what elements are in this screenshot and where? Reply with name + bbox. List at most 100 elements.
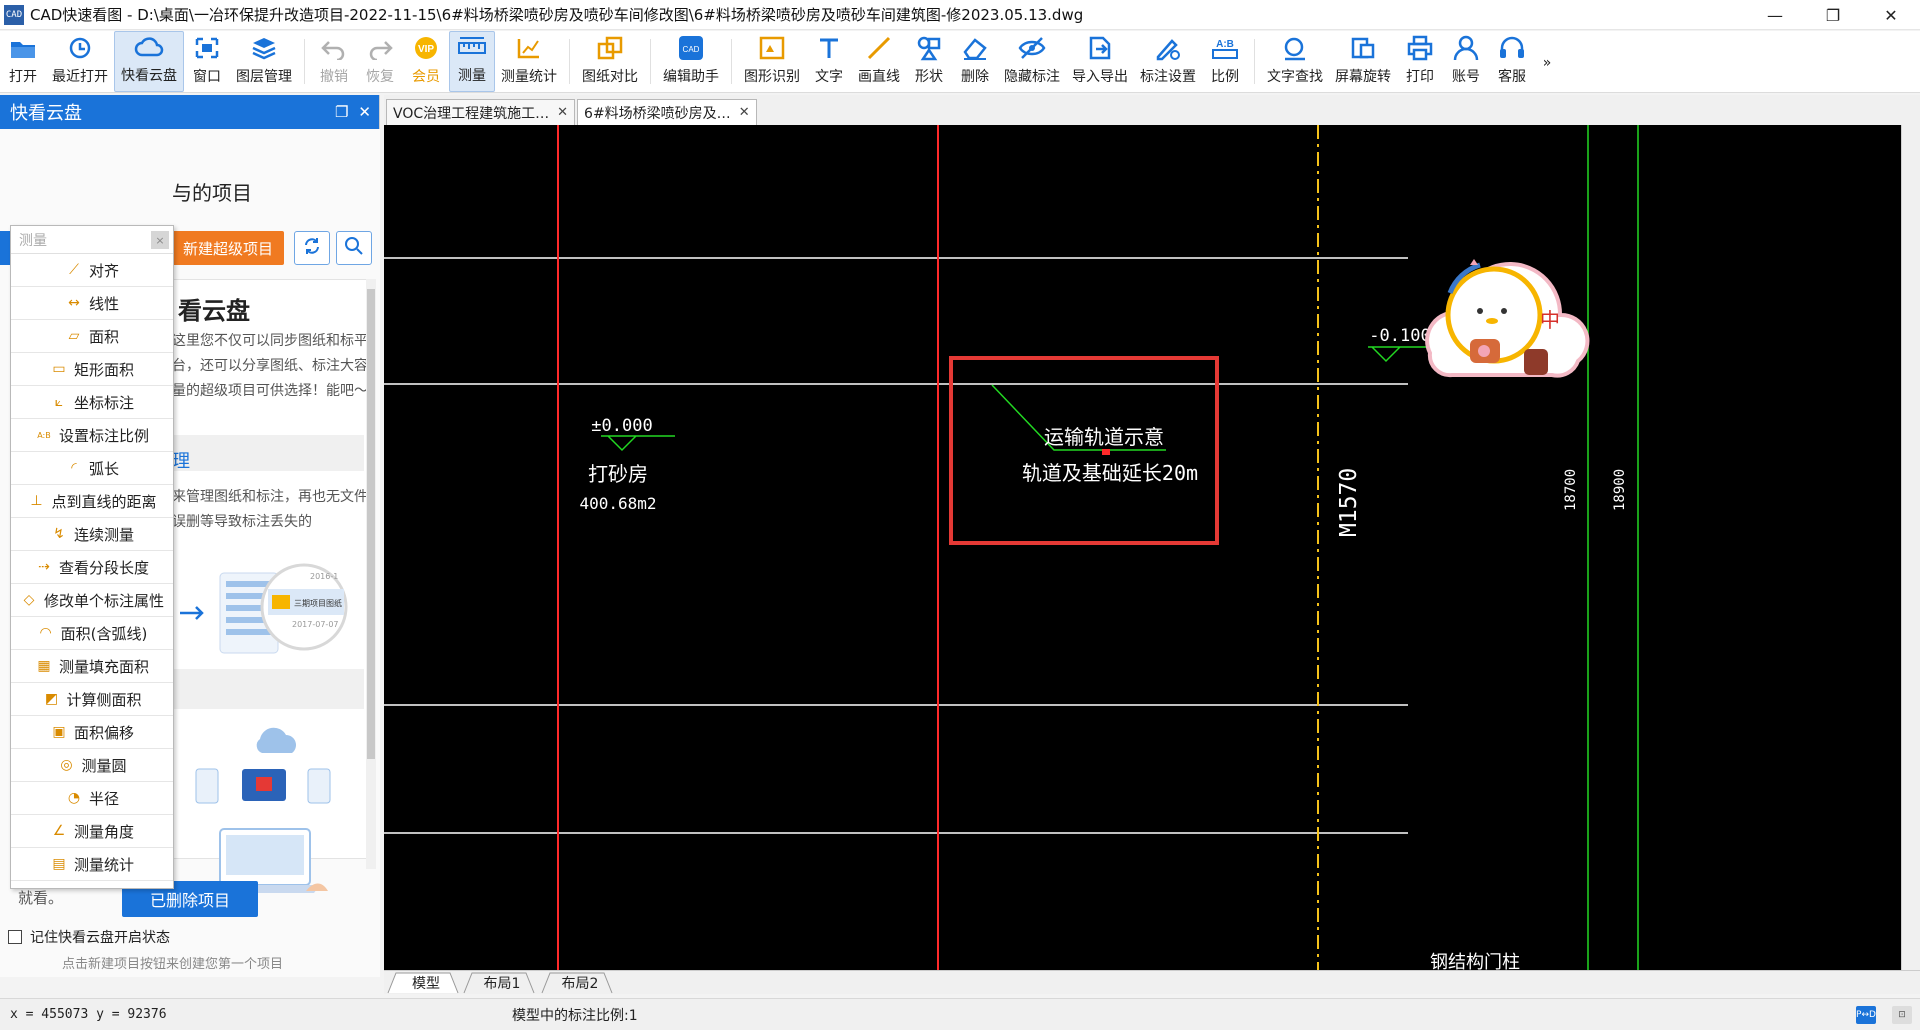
annotation-settings-button[interactable]: 标注设置 [1134, 31, 1202, 92]
remember-checkbox[interactable] [8, 930, 22, 944]
measure-menu-item[interactable]: ▤ 测量统计 [11, 848, 173, 881]
scale-icon: A:B [1210, 33, 1240, 63]
measure-menu-item[interactable]: A:B 设置标注比例 [11, 419, 173, 452]
text-search-button[interactable]: 文字查找 [1261, 31, 1329, 92]
measure-menu-item[interactable]: ◠ 面积(含弧线) [11, 617, 173, 650]
tab-close-icon[interactable]: ✕ [557, 105, 568, 120]
room-area-label: 400.68m2 [579, 494, 656, 513]
rotate-screen-button[interactable]: 屏幕旋转 [1329, 31, 1397, 92]
project-illustration: 2016-1 三期项目图纸 2017-07-07 [180, 563, 348, 654]
redo-label: 恢复 [366, 69, 394, 85]
hide-annotation-button[interactable]: 隐藏标注 [998, 31, 1066, 92]
compare-button[interactable]: 图纸对比 [576, 31, 644, 92]
toolbar-more-button[interactable]: » [1535, 31, 1559, 92]
measure-menu-item[interactable]: ▱ 面积 [11, 320, 173, 353]
cursor-coordinates: x = 455073 y = 92376 [10, 1007, 167, 1022]
measure-menu-item[interactable]: ◇ 修改单个标注属性 [11, 584, 173, 617]
cloud-disk-button[interactable]: 快看云盘 [114, 31, 184, 92]
panel-float-button[interactable]: ❐ [335, 103, 348, 121]
measure-menu-item[interactable]: ◎ 测量圆 [11, 749, 173, 782]
shape-button[interactable]: 形状 [906, 31, 952, 92]
panel-scrollbar-thumb[interactable] [367, 289, 375, 759]
text-icon [816, 33, 842, 63]
measure-menu-label: 坐标标注 [73, 393, 134, 412]
layout-switch-icon[interactable]: P↔D [1856, 1005, 1876, 1024]
measure-menu-label: 测量角度 [73, 822, 134, 841]
measure-menu-label: 矩形面积 [73, 360, 134, 379]
text-search-label: 文字查找 [1267, 69, 1323, 85]
measure-button[interactable]: 测量 [449, 31, 495, 92]
layer-manager-button[interactable]: 图层管理 [230, 31, 298, 92]
draw-line-button[interactable]: 画直线 [852, 31, 906, 92]
annotation-settings-icon [1154, 33, 1182, 63]
print-button[interactable]: 打印 [1397, 31, 1443, 92]
measure-stats-button[interactable]: 测量统计 [495, 31, 563, 92]
text-button[interactable]: 文字 [806, 31, 852, 92]
vip-button[interactable]: VIP 会员 [403, 31, 449, 92]
measure-menu-label: 连续测量 [73, 525, 134, 544]
fullscreen-icon[interactable]: ⊡ [1892, 1005, 1912, 1024]
measure-menu-item[interactable]: ↔ 线性 [11, 287, 173, 320]
draw-line-label: 画直线 [858, 69, 900, 85]
measure-menu-item[interactable]: ⟋ 对齐 [11, 254, 173, 287]
new-super-project-button[interactable]: 新建超级项目 [172, 231, 284, 265]
layout-tab-1[interactable]: 布局1 [474, 973, 530, 993]
layout-tab-2[interactable]: 布局2 [552, 973, 608, 993]
compare-label: 图纸对比 [582, 69, 638, 85]
text-label: 文字 [815, 69, 843, 85]
measure-menu-item[interactable]: ▭ 矩形面积 [11, 353, 173, 386]
close-window-button[interactable]: ✕ [1862, 0, 1920, 30]
measure-menu-item[interactable]: ↯ 连续测量 [11, 518, 173, 551]
eraser-icon [961, 33, 989, 63]
tab-voc-drawing[interactable]: VOC治理工程建筑施工… ✕ [386, 99, 576, 125]
open-button[interactable]: 打开 [0, 31, 46, 92]
delete-button[interactable]: 删除 [952, 31, 998, 92]
measure-menu-item[interactable]: ◜ 弧长 [11, 452, 173, 485]
tab-close-icon[interactable]: ✕ [739, 105, 750, 120]
stats-icon: ▤ [52, 856, 66, 872]
title-bar: CAD CAD快速看图 - D:\桌面\一冶环保提升改造项目-2022-11-1… [0, 0, 1920, 30]
measure-menu-item[interactable]: ⟀ 坐标标注 [11, 386, 173, 419]
edit-annotation-icon: ◇ [23, 592, 35, 608]
maximize-button[interactable]: ❐ [1804, 0, 1862, 30]
edit-helper-button[interactable]: CAD 编辑助手 [657, 31, 725, 92]
measure-menu-label: 面积(含弧线) [60, 624, 148, 643]
panel-scrollbar[interactable] [366, 279, 376, 869]
measure-search-field[interactable]: 测量 × [11, 226, 173, 254]
measure-menu-item[interactable]: ∠ 测量角度 [11, 815, 173, 848]
import-export-button[interactable]: 导入导出 [1066, 31, 1134, 92]
layers-icon [250, 33, 278, 63]
measure-menu-item[interactable]: ◩ 计算侧面积 [11, 683, 173, 716]
coordinate-icon: ⟀ [54, 394, 64, 410]
canvas-scrollbar[interactable] [1901, 125, 1920, 970]
undo-button[interactable]: 撤销 [311, 31, 357, 92]
account-button[interactable]: 账号 [1443, 31, 1489, 92]
search-icon [344, 236, 364, 260]
annotation-settings-label: 标注设置 [1140, 69, 1196, 85]
measure-menu-label: 测量填充面积 [58, 657, 149, 676]
window-button[interactable]: 窗口 [184, 31, 230, 92]
measure-menu-label: 设置标注比例 [58, 426, 149, 445]
cad-drawing-canvas[interactable]: ±0.000 打砂房 400.68m2 -0.100 运输轨道示意 轨道及基础延… [384, 125, 1920, 970]
remember-state-row[interactable]: 记住快看云盘开启状态 [8, 927, 170, 947]
measure-menu-item[interactable]: ⇢ 查看分段长度 [11, 551, 173, 584]
window-icon [194, 33, 220, 63]
tab-sandblasting-drawing[interactable]: 6#料场桥梁喷砂房及… ✕ [577, 99, 757, 125]
clear-search-icon[interactable]: × [151, 231, 169, 249]
redo-button[interactable]: 恢复 [357, 31, 403, 92]
manage-section-title: 理 [172, 451, 190, 472]
panel-close-button[interactable]: ✕ [358, 103, 371, 121]
recent-open-button[interactable]: 最近打开 [46, 31, 114, 92]
search-button[interactable] [336, 231, 372, 265]
scale-button[interactable]: A:B 比例 [1202, 31, 1248, 92]
measure-menu-label: 面积 [88, 327, 119, 346]
layout-tab-model[interactable]: 模型 [398, 973, 454, 993]
measure-menu-item[interactable]: ◔ 半径 [11, 782, 173, 815]
customer-service-button[interactable]: 客服 [1489, 31, 1535, 92]
shape-recognition-button[interactable]: 图形识别 [738, 31, 806, 92]
minimize-button[interactable]: — [1746, 0, 1804, 30]
measure-menu-item[interactable]: ▦ 测量填充面积 [11, 650, 173, 683]
measure-menu-item[interactable]: ▣ 面积偏移 [11, 716, 173, 749]
refresh-button[interactable] [294, 231, 330, 265]
measure-menu-item[interactable]: ⊥ 点到直线的距离 [11, 485, 173, 518]
